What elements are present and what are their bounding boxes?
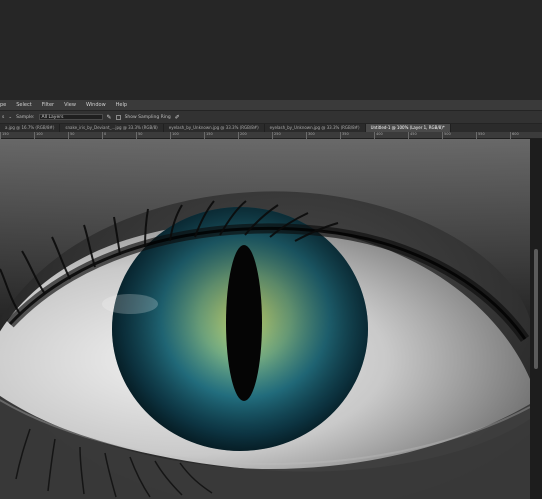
ruler-label: 150: [2, 132, 9, 136]
menu-item-select[interactable]: Select: [16, 100, 31, 110]
options-bar: s ⌄ Sample: All Layers ✎ Show Sampling R…: [0, 110, 542, 124]
sample-select[interactable]: All Layers: [38, 114, 103, 120]
ruler-tick: [102, 132, 103, 139]
ruler-label: 450: [410, 132, 417, 136]
ruler-label: 100: [172, 132, 179, 136]
ruler-tick: [170, 132, 171, 139]
pen-icon[interactable]: ✐: [175, 114, 180, 121]
ruler-tick: [204, 132, 205, 139]
ruler-label: 150: [206, 132, 213, 136]
menu-item-window[interactable]: Window: [86, 100, 106, 110]
ruler-tick: [374, 132, 375, 139]
ruler-label: 100: [36, 132, 43, 136]
ruler-tick: [510, 132, 511, 139]
ruler-tick: [68, 132, 69, 139]
ruler-label: 50: [138, 132, 143, 136]
ruler-label: 200: [240, 132, 247, 136]
ruler-tick: [0, 132, 1, 139]
menu-item-type[interactable]: pe: [0, 100, 6, 110]
ruler-tick: [34, 132, 35, 139]
ruler-tick: [272, 132, 273, 139]
ruler-tick: [238, 132, 239, 139]
dropdown-arrow-icon[interactable]: ⌄: [8, 115, 12, 120]
canvas-area[interactable]: [0, 139, 530, 499]
tab-document-3[interactable]: eyelash_by_Unknown.jpg @ 33.3% (RGB/8#): [164, 124, 265, 132]
vertical-scroll-thumb[interactable]: [534, 249, 538, 369]
menu-item-view[interactable]: View: [64, 100, 76, 110]
menu-bar: pe Select Filter View Window Help: [0, 100, 542, 110]
ruler-label: 50: [70, 132, 75, 136]
menu-item-help[interactable]: Help: [116, 100, 127, 110]
ruler-label: 300: [308, 132, 315, 136]
ruler-label: 400: [376, 132, 383, 136]
ruler-tick: [340, 132, 341, 139]
ruler-label: 250: [274, 132, 281, 136]
ruler-label: 350: [342, 132, 349, 136]
ruler-label: 500: [444, 132, 451, 136]
ruler-label: 0: [104, 132, 107, 136]
ruler-tick: [136, 132, 137, 139]
ruler-label: 550: [478, 132, 485, 136]
ruler-tick: [442, 132, 443, 139]
horizontal-ruler: 150 100 50 0 50 100 150 200 250 300 350 400 450 500 55…: [0, 132, 542, 139]
sample-label: Sample:: [16, 114, 35, 120]
tab-document-active[interactable]: Untitled-1 @ 100% (Layer 1, RGB/8)*: [365, 124, 451, 132]
top-dark-area: [0, 0, 542, 100]
ruler-tick: [476, 132, 477, 139]
ruler-tick: [408, 132, 409, 139]
vertical-scrollbar[interactable]: [530, 139, 542, 499]
document-tabs: a.jpg @ 16.7% (RGB/8#) snake_iris_by_Dev…: [0, 124, 542, 132]
eye-image: [0, 139, 530, 499]
options-first: s: [2, 114, 5, 120]
show-sampling-ring-label: Show Sampling Ring: [124, 114, 171, 120]
tab-document-2[interactable]: snake_iris_by_Deviant_...jpg @ 33.3% (RG…: [60, 124, 164, 132]
tab-document-1[interactable]: a.jpg @ 16.7% (RGB/8#): [0, 124, 61, 132]
ruler-label: 600: [512, 132, 519, 136]
show-sampling-ring-checkbox[interactable]: [115, 114, 121, 120]
ruler-tick: [306, 132, 307, 139]
menu-item-filter[interactable]: Filter: [42, 100, 54, 110]
tab-document-4[interactable]: eyelash_by_Unknown.jpg @ 33.3% (RGB/8#): [265, 124, 366, 132]
brush-icon[interactable]: ✎: [107, 114, 112, 121]
